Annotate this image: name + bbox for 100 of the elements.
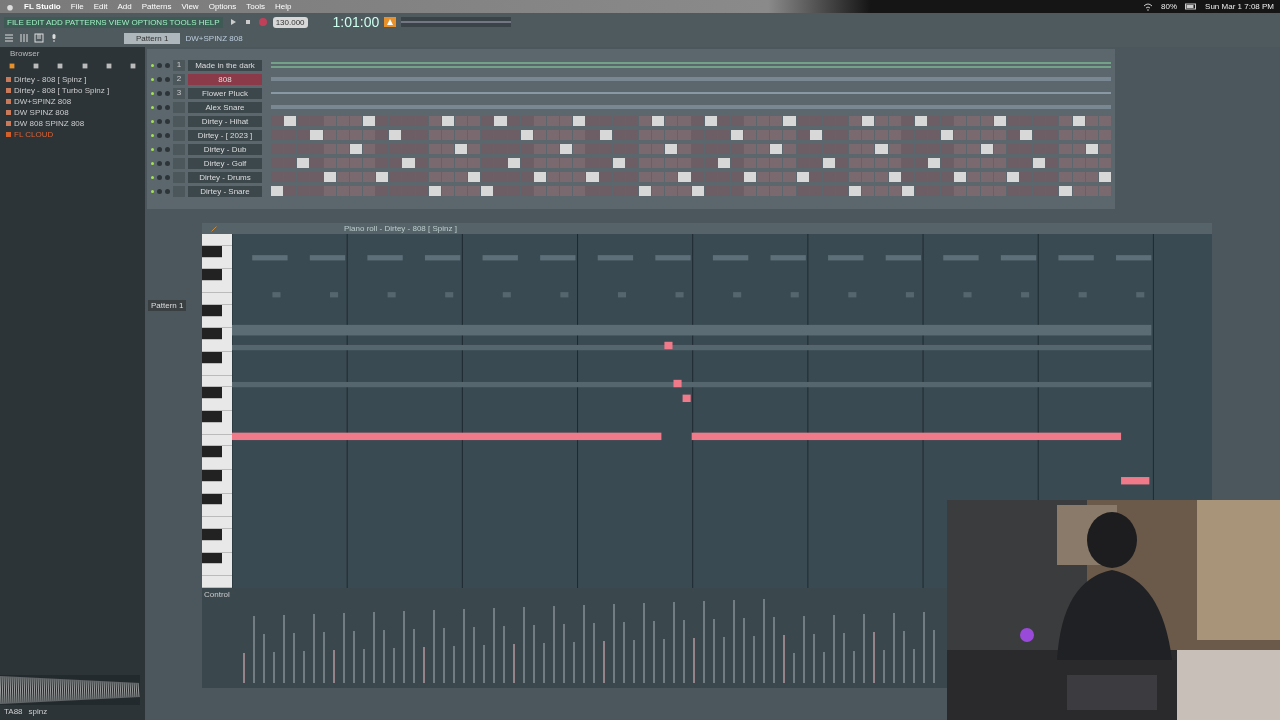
step-button[interactable]: [665, 144, 678, 154]
step-button[interactable]: [638, 186, 652, 196]
piano-icon[interactable]: [34, 33, 44, 43]
step-button[interactable]: [862, 116, 875, 126]
browser-item[interactable]: DW 808 SPINZ 808: [0, 118, 145, 129]
record-icon[interactable]: [257, 17, 268, 27]
step-button[interactable]: [1033, 158, 1046, 168]
step-button[interactable]: [363, 116, 376, 126]
note-preview[interactable]: [271, 74, 1111, 84]
volume-knob[interactable]: [165, 118, 170, 124]
channel-button[interactable]: Dirtey - Hihat: [188, 115, 262, 127]
step-button[interactable]: [941, 130, 954, 140]
step-button[interactable]: [284, 116, 297, 126]
step-button[interactable]: [717, 158, 730, 168]
menu-item[interactable]: View: [181, 2, 199, 11]
mixer-track-number[interactable]: 2: [173, 73, 185, 85]
volume-knob[interactable]: [165, 188, 170, 194]
pan-knob[interactable]: [157, 132, 162, 138]
pan-knob[interactable]: [157, 146, 162, 152]
mixer-track-number[interactable]: 1: [173, 59, 185, 71]
volume-knob[interactable]: [165, 90, 170, 96]
channel-button[interactable]: Alex Snare: [188, 101, 262, 113]
step-button[interactable]: [704, 116, 717, 126]
step-button[interactable]: [389, 130, 402, 140]
pan-knob[interactable]: [157, 174, 162, 180]
browser-item[interactable]: FL CLOUD: [0, 129, 145, 140]
channel-button[interactable]: Flower Pluck: [188, 87, 262, 99]
menu-item[interactable]: Edit: [93, 2, 108, 11]
tab-icon[interactable]: [80, 62, 89, 70]
step-button[interactable]: [573, 116, 586, 126]
step-button[interactable]: [1020, 130, 1033, 140]
mute-light[interactable]: [151, 175, 154, 179]
step-button[interactable]: [849, 186, 862, 196]
mute-light[interactable]: [151, 105, 154, 109]
step-button[interactable]: [454, 144, 468, 154]
step-button[interactable]: [744, 172, 757, 182]
step-button[interactable]: [507, 158, 520, 168]
battery-icon[interactable]: [1185, 3, 1198, 10]
menu-item[interactable]: File: [70, 2, 84, 11]
step-button[interactable]: [928, 158, 941, 168]
pattern-selector[interactable]: Pattern 1: [124, 32, 181, 44]
step-button[interactable]: [533, 172, 546, 182]
volume-knob[interactable]: [165, 76, 170, 82]
metronome-icon[interactable]: [384, 17, 397, 27]
toolbar-icon[interactable]: [210, 224, 218, 233]
step-button[interactable]: [520, 130, 533, 140]
step-button[interactable]: [428, 186, 441, 196]
volume-knob[interactable]: [165, 62, 170, 68]
step-button[interactable]: [1085, 144, 1098, 154]
menu-item[interactable]: Help: [274, 2, 292, 11]
mute-light[interactable]: [151, 119, 154, 123]
channel-button[interactable]: Dirtey - Golf: [188, 157, 262, 169]
step-button[interactable]: [691, 186, 704, 196]
tab-icon[interactable]: [8, 62, 17, 70]
step-button[interactable]: [271, 186, 284, 196]
step-button[interactable]: [612, 158, 625, 168]
channel-button[interactable]: 808: [188, 73, 262, 85]
step-button[interactable]: [993, 116, 1006, 126]
microphone-icon[interactable]: [49, 33, 59, 43]
step-button[interactable]: [560, 144, 573, 154]
channel-button[interactable]: Dirtey - [ 2023 ]: [188, 129, 262, 141]
app-menu[interactable]: FL Studio: [24, 2, 61, 11]
mute-light[interactable]: [151, 77, 154, 81]
step-button[interactable]: [297, 158, 310, 168]
note[interactable]: [664, 341, 673, 350]
step-button[interactable]: [441, 116, 454, 126]
step-button[interactable]: [809, 130, 822, 140]
step-button[interactable]: [796, 172, 809, 182]
piano-keyboard[interactable]: [202, 234, 232, 588]
wifi-icon[interactable]: [1143, 2, 1154, 11]
menu-item[interactable]: Tools: [246, 2, 265, 11]
pan-knob[interactable]: [157, 76, 162, 82]
step-button[interactable]: [954, 172, 967, 182]
pan-knob[interactable]: [157, 188, 162, 194]
pan-knob[interactable]: [157, 118, 162, 124]
channel-button[interactable]: Dirtey - Drums: [188, 171, 262, 183]
volume-knob[interactable]: [165, 146, 170, 152]
tab-icon[interactable]: [104, 62, 113, 70]
browser-item[interactable]: Dirtey - 808 [ Spinz ]: [0, 74, 145, 85]
menu-item[interactable]: Add: [117, 2, 132, 11]
mute-light[interactable]: [151, 161, 154, 165]
step-button[interactable]: [1072, 116, 1085, 126]
tab-icon[interactable]: [32, 62, 41, 70]
step-button[interactable]: [980, 144, 993, 154]
browser-item[interactable]: DW SPINZ 808: [0, 107, 145, 118]
step-button[interactable]: [468, 172, 481, 182]
step-button[interactable]: [599, 130, 612, 140]
control-label[interactable]: Control: [202, 588, 240, 688]
step-button[interactable]: [323, 172, 336, 182]
browser-item[interactable]: DW+SPINZ 808: [0, 96, 145, 107]
pan-knob[interactable]: [157, 62, 162, 68]
step-button[interactable]: [1098, 172, 1111, 182]
step-button[interactable]: [822, 158, 836, 168]
volume-knob[interactable]: [165, 104, 170, 110]
mute-light[interactable]: [151, 91, 154, 95]
tempo-display[interactable]: 130.000: [272, 16, 308, 28]
tab-icon[interactable]: [128, 62, 137, 70]
tab-icon[interactable]: [56, 62, 65, 70]
mixer-icon[interactable]: [19, 33, 29, 43]
note[interactable]: [691, 432, 1122, 441]
